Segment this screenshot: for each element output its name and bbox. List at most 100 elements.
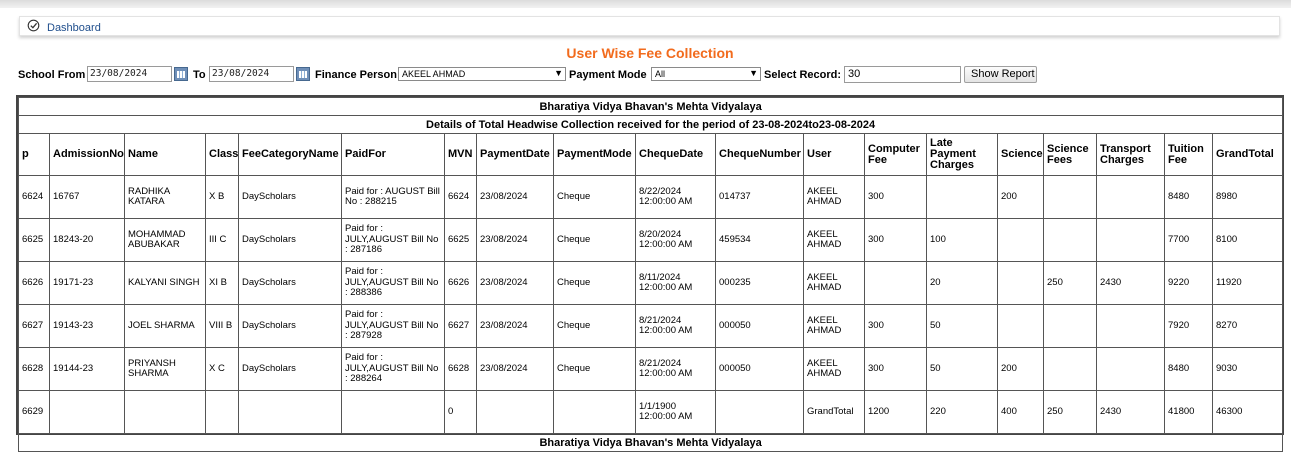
next-school-name-row: Bharatiya Vidya Bhavan's Mehta Vidyalaya — [17, 433, 1284, 452]
table-cell: 6628 — [444, 347, 477, 391]
select-record-label: Select Record: — [764, 69, 842, 81]
table-cell — [341, 390, 445, 434]
column-header: Tuition Fee — [1164, 133, 1213, 176]
table-cell: 300 — [864, 347, 927, 391]
table-cell: 100 — [926, 218, 998, 262]
table-cell: Cheque — [553, 175, 636, 219]
table-cell: 6625 — [18, 218, 50, 262]
table-cell: 8480 — [1164, 347, 1213, 391]
table-cell: 6628 — [18, 347, 50, 391]
show-report-button[interactable]: Show Report — [964, 66, 1037, 83]
table-cell: 400 — [997, 390, 1044, 434]
table-cell: AKEEL AHMAD — [803, 347, 865, 391]
table-row: 6625 18243-20 MOHAMMAD ABUBAKAR III C DaySch… — [18, 218, 1284, 262]
table-cell: 000050 — [715, 304, 804, 348]
browser-top-strip — [0, 0, 1291, 8]
table-cell: 300 — [864, 304, 927, 348]
table-cell: X B — [205, 175, 239, 219]
table-cell — [1043, 304, 1097, 348]
column-header: p — [18, 133, 50, 176]
table-cell: 6629 — [18, 390, 50, 434]
table-cell: 8/11/2024 12:00:00 AM — [635, 261, 716, 305]
table-cell: 8480 — [1164, 175, 1213, 219]
table-cell — [715, 390, 804, 434]
table-cell: 11920 — [1211, 261, 1284, 305]
table-cell: Paid for : JULY,AUGUST Bill No : 288264 — [341, 347, 445, 391]
table-cell: Cheque — [553, 261, 636, 305]
table-cell: 23/08/2024 — [476, 304, 554, 348]
table-cell: 8/21/2024 12:00:00 AM — [635, 347, 716, 391]
column-header: MVN — [444, 133, 477, 176]
check-circle-icon — [27, 19, 40, 32]
table-cell: Cheque — [553, 218, 636, 262]
column-header: Computer Fee — [864, 133, 927, 176]
school-name: Bharatiya Vidya Bhavan's Mehta Vidyalaya — [17, 97, 1284, 116]
table-cell: 250 — [1043, 261, 1097, 305]
table-cell — [926, 175, 998, 219]
table-cell: DayScholars — [238, 347, 342, 391]
table-cell — [1096, 218, 1165, 262]
dashboard-panel: Dashboard — [19, 16, 1280, 36]
finance-person-select[interactable]: AKEEL AHMAD ▼ — [398, 67, 566, 81]
table-cell: 8/20/2024 12:00:00 AM — [635, 218, 716, 262]
table-cell: 000050 — [715, 347, 804, 391]
table-cell — [1043, 218, 1097, 262]
table-cell: 9220 — [1164, 261, 1213, 305]
table-cell: AKEEL AHMAD — [803, 261, 865, 305]
from-calendar-icon[interactable] — [174, 67, 188, 81]
table-cell: 8/21/2024 12:00:00 AM — [635, 304, 716, 348]
to-date-input[interactable]: 23/08/2024 — [209, 66, 294, 82]
table-cell: 014737 — [715, 175, 804, 219]
table-header-row: p AdmissionNo Name Class FeeCategoryName Paid… — [18, 133, 1284, 176]
from-date-input[interactable]: 23/08/2024 — [87, 66, 172, 82]
table-cell — [1043, 175, 1097, 219]
payment-mode-select[interactable]: All ▼ — [651, 67, 761, 81]
table-row: 6626 19171-23 KALYANI SINGH XI B DayScholars… — [18, 261, 1284, 305]
dashboard-link[interactable]: Dashboard — [47, 22, 101, 34]
table-cell: 19171-23 — [49, 261, 125, 305]
table-cell: AKEEL AHMAD — [803, 175, 865, 219]
table-cell — [997, 218, 1044, 262]
table-cell: 6626 — [444, 261, 477, 305]
table-cell: 16767 — [49, 175, 125, 219]
table-cell: 23/08/2024 — [476, 175, 554, 219]
table-cell: 23/08/2024 — [476, 261, 554, 305]
column-header: Transport Charges — [1096, 133, 1165, 176]
table-cell: 7920 — [1164, 304, 1213, 348]
table-cell: 19144-23 — [49, 347, 125, 391]
to-calendar-icon[interactable] — [296, 67, 310, 81]
table-cell: Paid for : JULY,AUGUST Bill No : 287928 — [341, 304, 445, 348]
column-header: PaymentMode — [553, 133, 636, 176]
table-cell — [476, 390, 554, 434]
table-cell: Paid for : JULY,AUGUST Bill No : 288386 — [341, 261, 445, 305]
table-cell: 18243-20 — [49, 218, 125, 262]
table-cell — [1096, 175, 1165, 219]
table-cell: 6624 — [18, 175, 50, 219]
payment-mode-label: Payment Mode — [569, 69, 647, 81]
table-row: 6624 16767 RADHIKA KATARA X B DayScholars Pai… — [18, 175, 1284, 219]
table-cell: 0 — [444, 390, 477, 434]
table-cell: 300 — [864, 175, 927, 219]
finance-person-value: AKEEL AHMAD — [402, 69, 466, 79]
table-cell: JOEL SHARMA — [124, 304, 206, 348]
column-header: FeeCategoryName — [238, 133, 342, 176]
table-cell: 1/1/1900 12:00:00 AM — [635, 390, 716, 434]
column-header: ChequeNumber — [715, 133, 804, 176]
table-cell: 6627 — [18, 304, 50, 348]
table-cell — [1096, 347, 1165, 391]
table-cell: 2430 — [1096, 261, 1165, 305]
report-container: Bharatiya Vidya Bhavan's Mehta Vidyalaya… — [16, 95, 1284, 452]
to-label: To — [193, 69, 206, 81]
select-record-input[interactable]: 30 — [844, 66, 961, 83]
table-cell: 220 — [926, 390, 998, 434]
table-cell: 200 — [997, 347, 1044, 391]
table-cell: KALYANI SINGH — [124, 261, 206, 305]
column-header: User — [803, 133, 865, 176]
period-title-row: Details of Total Headwise Collection rec… — [17, 115, 1284, 134]
period-title: Details of Total Headwise Collection rec… — [17, 115, 1284, 134]
table-cell: Cheque — [553, 304, 636, 348]
column-header: PaidFor — [341, 133, 445, 176]
table-cell — [864, 261, 927, 305]
table-row: 6627 19143-23 JOEL SHARMA VIII B DayScholars… — [18, 304, 1284, 348]
finance-person-label: Finance Person — [315, 69, 397, 81]
